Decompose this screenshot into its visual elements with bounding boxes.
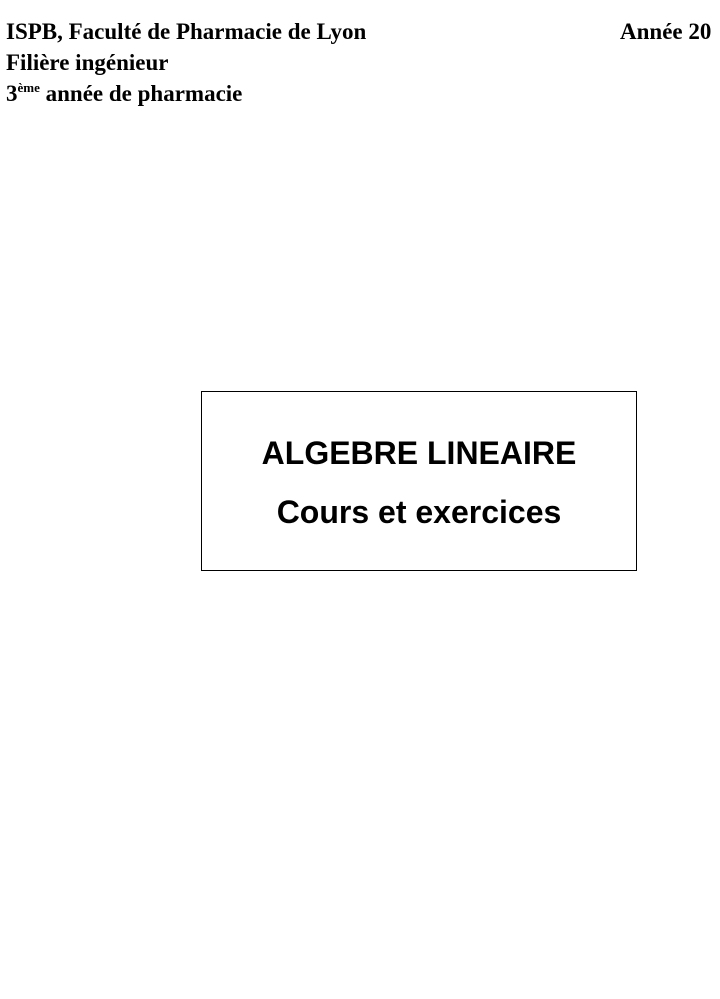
title-box: ALGEBRE LINEAIRE Cours et exercices	[201, 391, 637, 571]
document-subtitle: Cours et exercices	[276, 494, 562, 530]
level-number: 3	[6, 81, 18, 106]
level-line: 3ème année de pharmacie	[6, 80, 242, 108]
track-line: Filière ingénieur	[6, 50, 169, 75]
level-superscript: ème	[17, 80, 40, 95]
document-title: ALGEBRE LINEAIRE	[261, 435, 577, 471]
institution-line: ISPB, Faculté de Pharmacie de Lyon	[6, 19, 367, 44]
level-rest: année de pharmacie	[39, 81, 243, 106]
academic-year: Année 20	[620, 19, 712, 44]
